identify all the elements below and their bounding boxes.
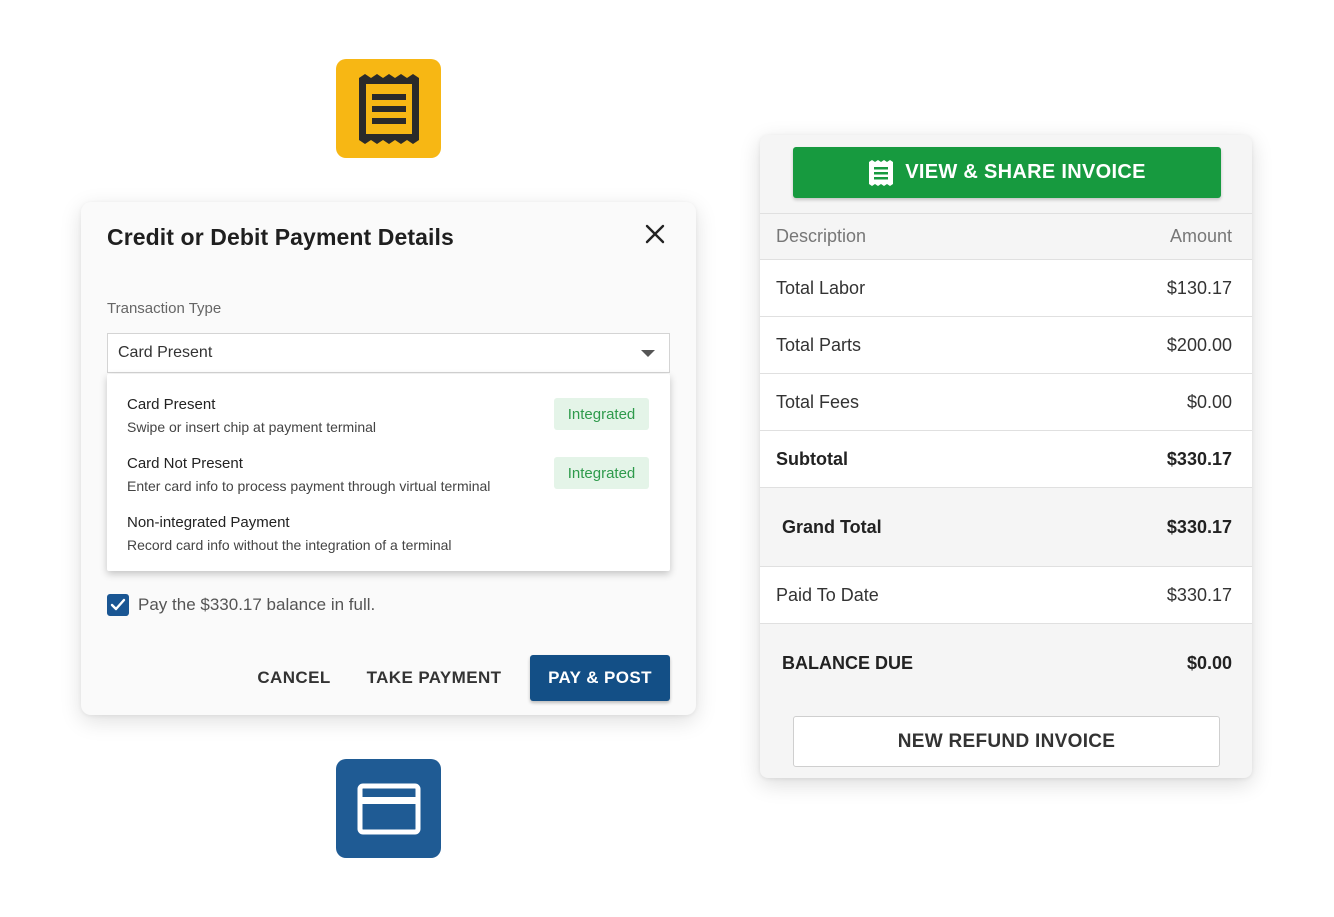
close-icon: [645, 224, 665, 244]
integrated-badge: Integrated: [554, 398, 649, 430]
transaction-type-label: Transaction Type: [107, 300, 222, 317]
row-amount: $130.17: [1166, 277, 1232, 298]
view-share-invoice-label: VIEW & SHARE INVOICE: [905, 161, 1146, 183]
amount-column-header: Amount: [1169, 226, 1232, 246]
receipt-icon: [358, 73, 419, 144]
credit-card-app-tile: [336, 759, 441, 858]
row-amount: $0.00: [1186, 652, 1232, 673]
row-amount: $330.17: [1166, 448, 1232, 469]
transaction-type-select[interactable]: Card Present: [107, 333, 670, 373]
row-amount: $0.00: [1186, 391, 1232, 412]
invoice-summary-panel: VIEW & SHARE INVOICE Description Amount …: [760, 135, 1252, 778]
invoice-row-total-labor: Total Labor $130.17: [760, 259, 1252, 316]
selected-transaction-type: Card Present: [118, 344, 213, 361]
pay-in-full-checkbox[interactable]: [107, 594, 129, 616]
pay-and-post-button[interactable]: PAY & POST: [530, 655, 670, 701]
dialog-actions: CANCEL TAKE PAYMENT PAY & POST: [81, 655, 696, 701]
pay-in-full-checkbox-row[interactable]: Pay the $330.17 balance in full.: [107, 594, 375, 616]
invoice-row-grand-total: Grand Total $330.17: [760, 487, 1252, 566]
dialog-title: Credit or Debit Payment Details: [107, 224, 454, 250]
option-description: Record card info without the integration…: [127, 537, 452, 553]
row-label: Paid To Date: [776, 584, 879, 605]
cancel-button[interactable]: CANCEL: [251, 655, 337, 701]
chevron-down-icon: [641, 349, 655, 357]
option-title: Non-integrated Payment: [127, 514, 290, 531]
description-column-header: Description: [776, 226, 867, 246]
row-amount: $330.17: [1166, 584, 1232, 605]
credit-card-icon: [357, 783, 420, 834]
row-label: Total Labor: [776, 277, 866, 298]
option-title: Card Not Present: [127, 455, 243, 472]
close-button[interactable]: [641, 220, 669, 248]
option-description: Enter card info to process payment throu…: [127, 478, 491, 494]
row-label: Total Parts: [776, 334, 862, 355]
row-amount: $200.00: [1166, 334, 1232, 355]
invoice-row-balance-due: BALANCE DUE $0.00: [760, 623, 1252, 702]
new-refund-invoice-button[interactable]: NEW REFUND INVOICE: [793, 716, 1220, 767]
receipt-app-tile: [336, 59, 441, 158]
invoice-row-paid-to-date: Paid To Date $330.17: [760, 566, 1252, 623]
receipt-icon: [868, 159, 894, 187]
row-label: Subtotal: [776, 448, 848, 469]
view-share-invoice-button[interactable]: VIEW & SHARE INVOICE: [793, 147, 1221, 198]
integrated-badge: Integrated: [554, 457, 649, 489]
payment-details-dialog: Credit or Debit Payment Details Transact…: [81, 202, 696, 715]
pay-in-full-label: Pay the $330.17 balance in full.: [138, 595, 376, 614]
option-card-not-present[interactable]: Card Not Present Enter card info to proc…: [107, 454, 670, 512]
invoice-table-header: Description Amount: [760, 213, 1252, 259]
option-card-present[interactable]: Card Present Swipe or insert chip at pay…: [107, 395, 670, 453]
transaction-type-dropdown: Card Present Swipe or insert chip at pay…: [107, 374, 670, 571]
option-title: Card Present: [127, 396, 216, 413]
option-non-integrated-payment[interactable]: Non-integrated Payment Record card info …: [107, 513, 670, 571]
checkmark-icon: [110, 598, 126, 611]
take-payment-button[interactable]: TAKE PAYMENT: [359, 655, 509, 701]
invoice-row-total-fees: Total Fees $0.00: [760, 373, 1252, 430]
row-label: Total Fees: [776, 391, 860, 412]
row-label: Grand Total: [782, 516, 882, 537]
option-description: Swipe or insert chip at payment terminal: [127, 419, 376, 435]
invoice-row-total-parts: Total Parts $200.00: [760, 316, 1252, 373]
row-amount: $330.17: [1166, 516, 1232, 537]
row-label: BALANCE DUE: [782, 652, 914, 673]
invoice-row-subtotal: Subtotal $330.17: [760, 430, 1252, 487]
